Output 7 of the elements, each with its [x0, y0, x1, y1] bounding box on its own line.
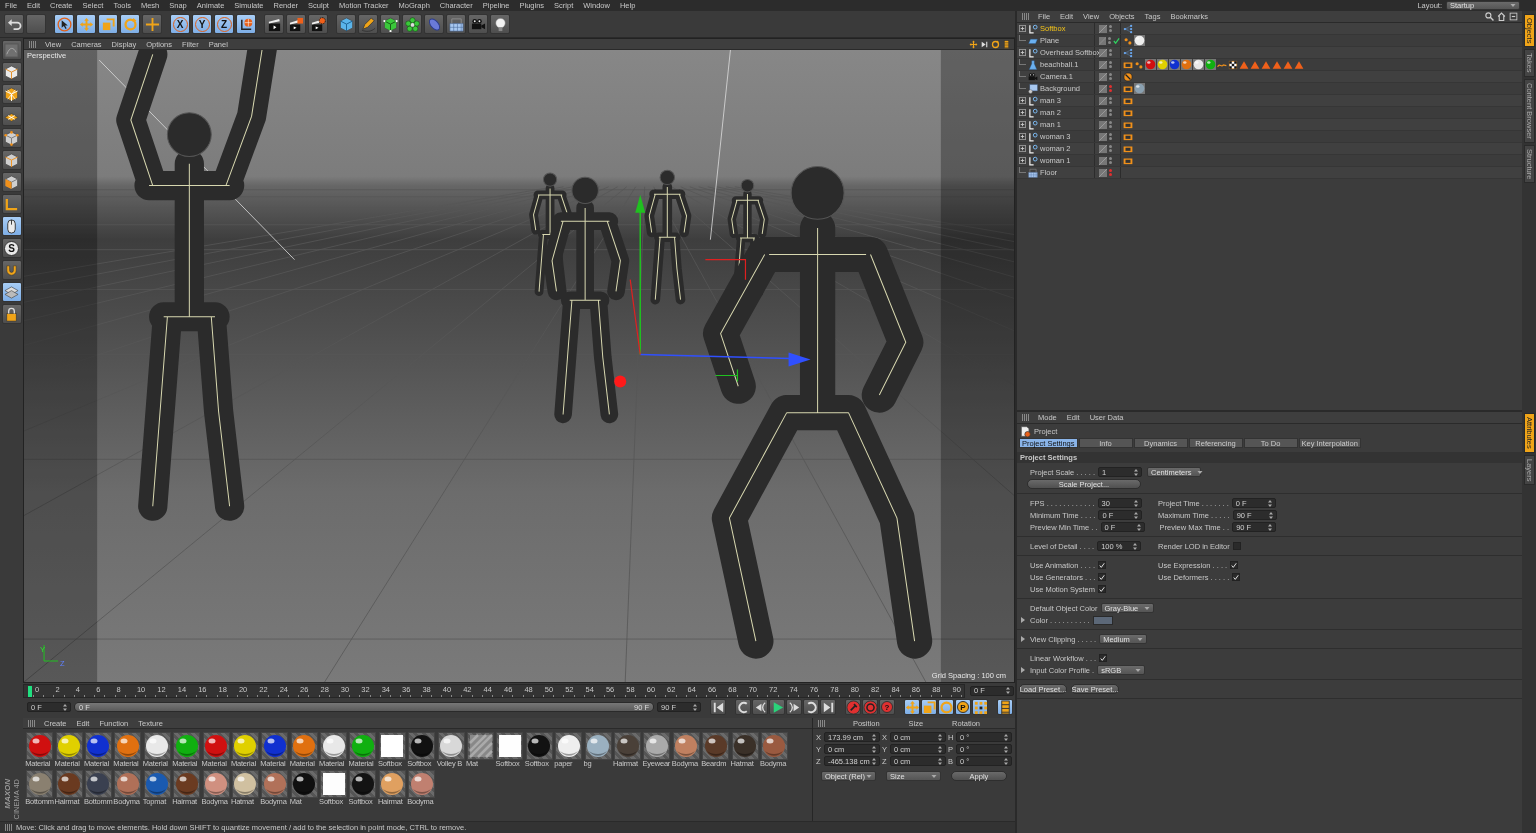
key-parameter-button[interactable]: P [955, 699, 971, 715]
axis-button[interactable]: X [170, 14, 190, 34]
axis-button[interactable]: Z [214, 14, 234, 34]
key-selection-button[interactable]: ? [879, 699, 895, 715]
axis-button[interactable]: Y [192, 14, 212, 34]
brand-logo: MAXON [2, 778, 12, 809]
snap-button[interactable]: S [1, 238, 22, 258]
